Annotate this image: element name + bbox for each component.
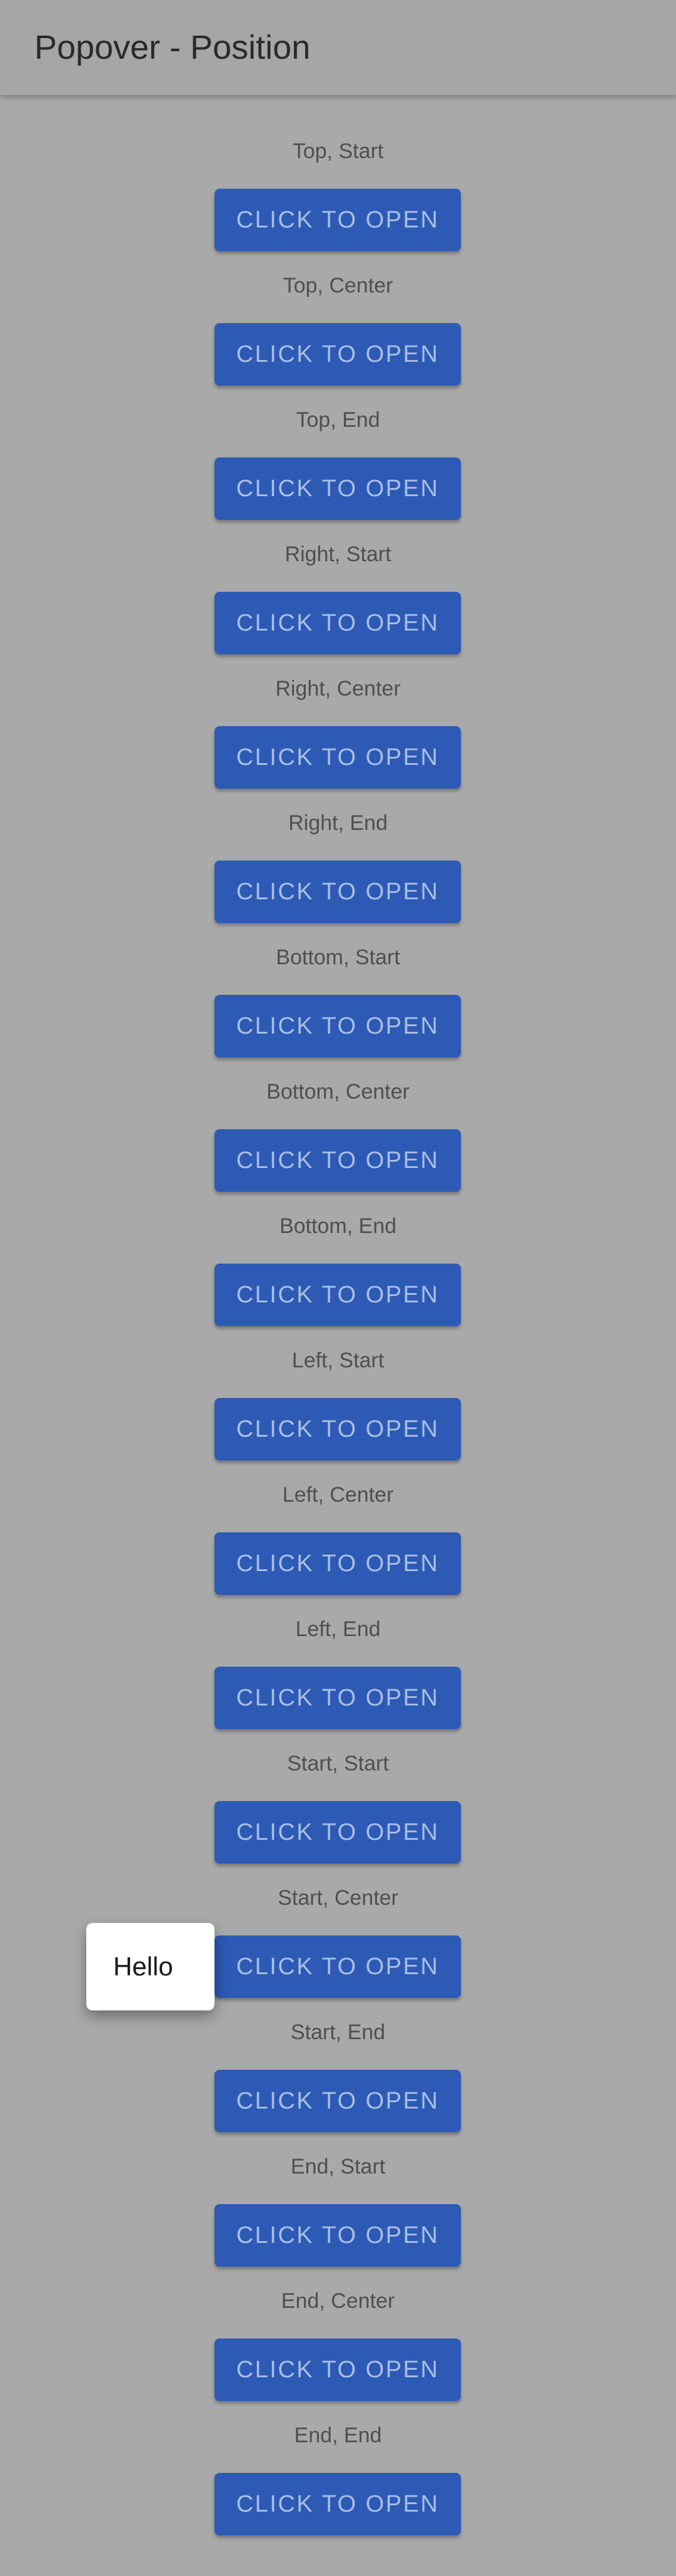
row-label: End, Center (281, 2289, 395, 2313)
row-end-start: End, Start Click to open (0, 2110, 676, 2267)
row-bottom-center: Bottom, Center Click to open (0, 1036, 676, 1192)
row-start-start: Start, Start Click to open (0, 1707, 676, 1864)
row-label: Left, Center (282, 1483, 394, 1507)
row-end-center: End, Center Click to open (0, 2245, 676, 2401)
row-label: Top, Start (292, 139, 384, 163)
row-label: Bottom, Start (276, 946, 400, 969)
popover-text: Hello (113, 1952, 173, 1981)
row-label: Start, Start (287, 1752, 389, 1775)
row-top-start: Top, Start Click to open (0, 95, 676, 251)
row-label: Left, End (295, 1617, 381, 1641)
row-label: Start, End (290, 2020, 386, 2044)
row-label: Bottom, Center (266, 1080, 410, 1104)
row-label: Right, Start (285, 542, 391, 566)
row-right-center: Right, Center Click to open (0, 632, 676, 789)
row-bottom-start: Bottom, Start Click to open (0, 901, 676, 1057)
row-start-center: Start, Center Click to open Hello (0, 1842, 676, 2010)
popover: Hello (86, 1923, 214, 2010)
row-label: End, End (294, 2424, 382, 2447)
popover-list: Top, Start Click to open Top, Center Cli… (0, 95, 676, 2535)
row-label: End, Start (290, 2155, 386, 2179)
row-label: Start, Center (278, 1886, 398, 1910)
row-end-end: End, End Click to open (0, 2379, 676, 2535)
row-label: Right, Center (275, 677, 401, 701)
row-left-start: Left, Start Click to open (0, 1304, 676, 1460)
row-bottom-end: Bottom, End Click to open (0, 1170, 676, 1326)
row-label: Left, Start (291, 1349, 385, 1372)
page-title: Popover - Position (34, 29, 311, 66)
row-top-end: Top, End Click to open (0, 364, 676, 520)
row-label: Top, Center (283, 274, 393, 297)
row-left-center: Left, Center Click to open (0, 1439, 676, 1595)
row-label: Top, End (296, 408, 380, 432)
row-left-end: Left, End Click to open (0, 1573, 676, 1729)
app-bar: Popover - Position (0, 0, 676, 95)
row-right-start: Right, Start Click to open (0, 498, 676, 654)
open-button-end-end[interactable]: Click to open (214, 2473, 461, 2535)
row-right-end: Right, End Click to open (0, 767, 676, 923)
row-label: Bottom, End (279, 1214, 397, 1238)
row-label: Right, End (288, 811, 388, 835)
row-top-center: Top, Center Click to open (0, 229, 676, 386)
